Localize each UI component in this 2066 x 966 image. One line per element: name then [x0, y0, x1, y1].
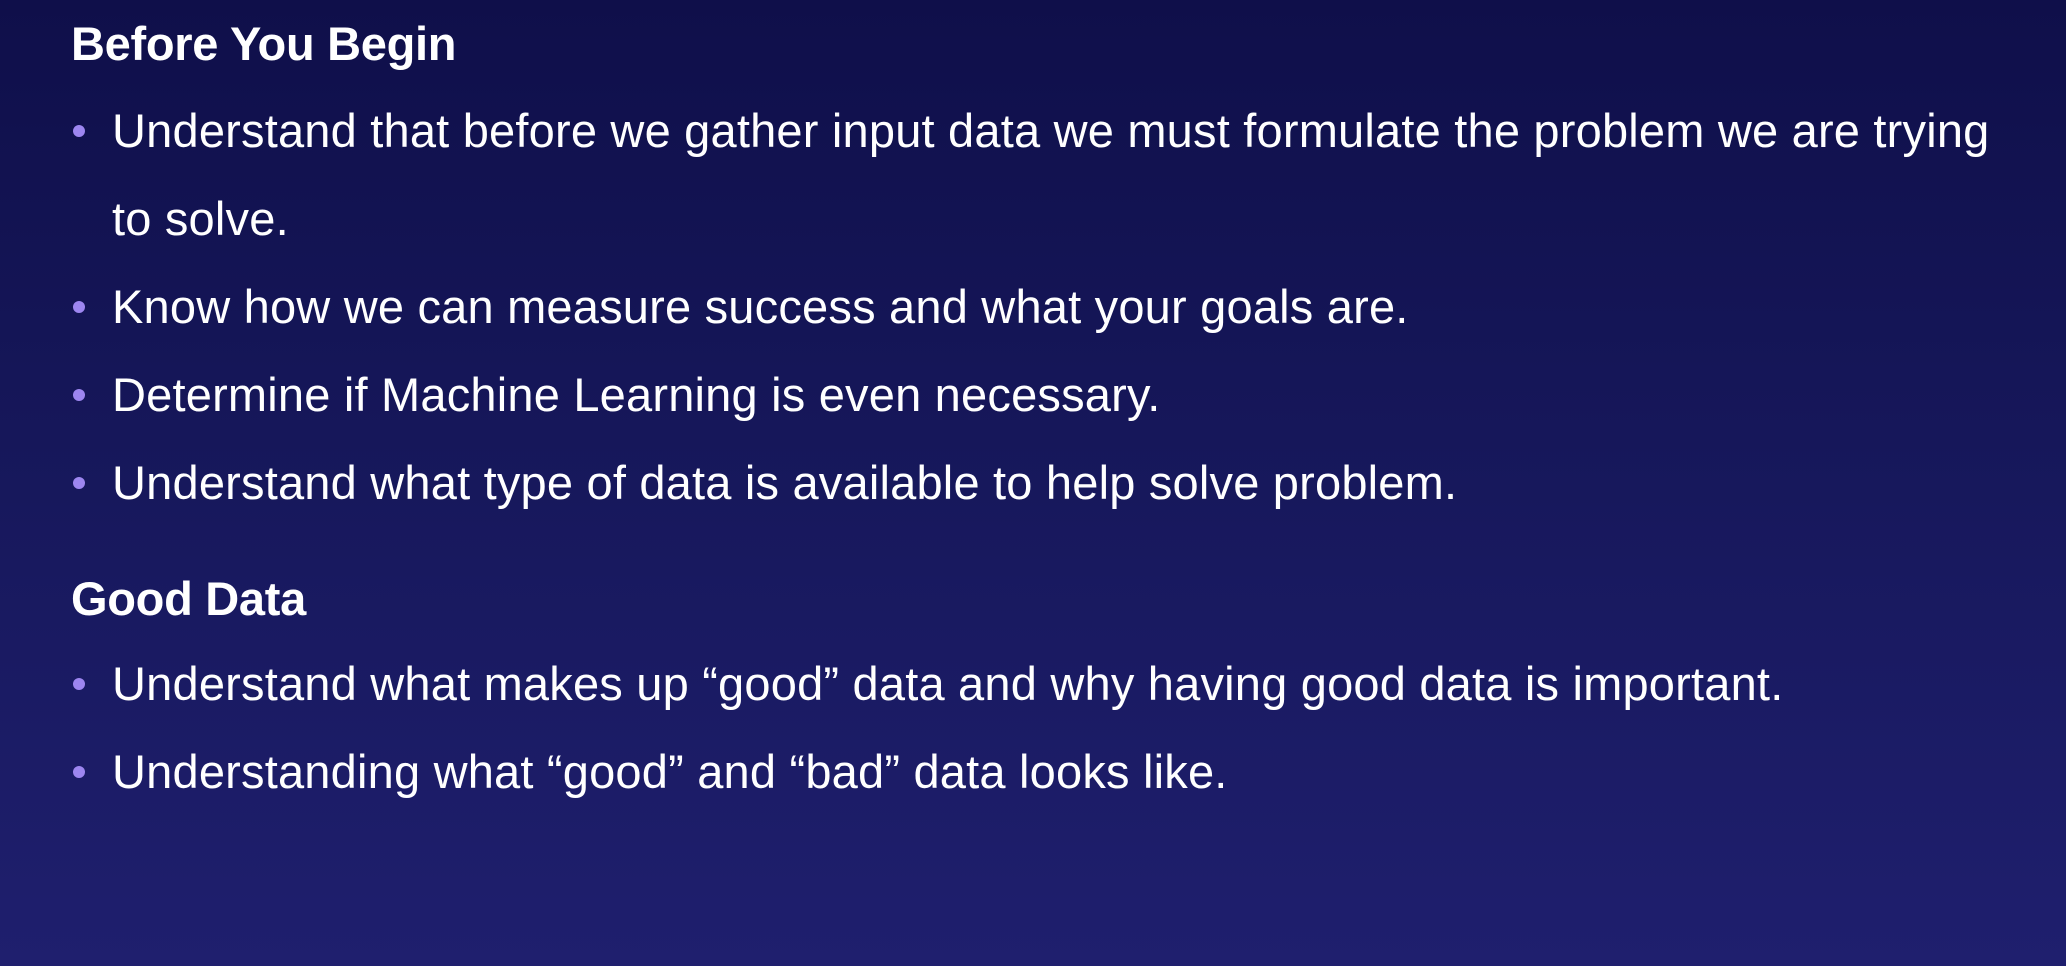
slide: Before You Begin Understand that before … — [71, 0, 2031, 966]
bullet-dot-icon — [73, 389, 85, 401]
bullet-list-before-you-begin: Understand that before we gather input d… — [71, 87, 2031, 527]
section-title-before-you-begin: Before You Begin — [71, 17, 457, 70]
section-title-good-data: Good Data — [71, 572, 306, 625]
bullet-text: Know how we can measure success and what… — [112, 280, 1409, 333]
bullet-dot-icon — [73, 301, 85, 313]
bullet-dot-icon — [73, 766, 85, 778]
bullet-text: Understand what type of data is availabl… — [112, 456, 1458, 509]
bullet-text: Determine if Machine Learning is even ne… — [112, 368, 1161, 421]
list-item: Understand what type of data is availabl… — [71, 439, 2031, 527]
bullet-text: Understanding what “good” and “bad” data… — [112, 745, 1228, 798]
bullet-dot-icon — [73, 678, 85, 690]
bullet-list-good-data: Understand what makes up “good” data and… — [71, 640, 2031, 816]
list-item: Understand what makes up “good” data and… — [71, 640, 2031, 728]
bullet-dot-icon — [73, 477, 85, 489]
list-item: Know how we can measure success and what… — [71, 263, 2031, 351]
list-item: Determine if Machine Learning is even ne… — [71, 351, 2031, 439]
bullet-dot-icon — [73, 125, 85, 137]
list-item: Understand that before we gather input d… — [71, 87, 2031, 263]
bullet-text: Understand what makes up “good” data and… — [112, 657, 1784, 710]
list-item: Understanding what “good” and “bad” data… — [71, 728, 2031, 816]
bullet-text: Understand that before we gather input d… — [112, 104, 1990, 245]
